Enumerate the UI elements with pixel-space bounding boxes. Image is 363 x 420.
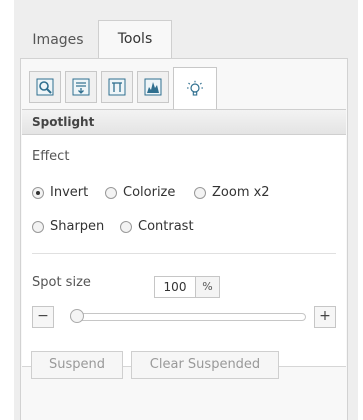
tab-images[interactable]: Images <box>20 22 96 58</box>
radio-unchecked-icon <box>32 220 44 233</box>
radio-label: Zoom x2 <box>212 185 270 200</box>
radio-unchecked-icon <box>120 220 132 233</box>
radio-label: Contrast <box>138 219 194 234</box>
zoom-icon <box>36 78 54 96</box>
adjust-icon <box>108 78 126 96</box>
tools-panel: Spotlight Effect Invert Colorize Zoom x2… <box>20 58 348 420</box>
radio-checked-icon <box>32 186 44 199</box>
radio-contrast[interactable]: Contrast <box>120 219 194 234</box>
spotlight-settings: Effect Invert Colorize Zoom x2 Sharpen C… <box>22 135 346 367</box>
increase-button[interactable]: + <box>314 306 336 328</box>
radio-zoom-x2[interactable]: Zoom x2 <box>194 185 270 200</box>
slider-thumb[interactable] <box>70 309 84 323</box>
radio-label: Sharpen <box>50 219 105 234</box>
histogram-tool-button[interactable] <box>137 71 169 103</box>
radio-invert[interactable]: Invert <box>32 185 88 200</box>
spot-size-input[interactable] <box>154 276 196 298</box>
radio-unchecked-icon <box>194 186 206 199</box>
spotlight-icon <box>187 80 203 96</box>
spotlight-tool-button[interactable] <box>173 67 217 109</box>
clear-suspended-button[interactable]: Clear Suspended <box>131 351 279 379</box>
tab-tools[interactable]: Tools <box>98 20 172 61</box>
radio-label: Colorize <box>123 185 176 200</box>
spot-size-label: Spot size <box>32 275 91 290</box>
radio-label: Invert <box>50 185 89 200</box>
effect-label: Effect <box>32 149 70 164</box>
radio-colorize[interactable]: Colorize <box>105 185 175 200</box>
spot-size-slider[interactable] <box>70 313 306 321</box>
histogram-icon <box>144 78 162 96</box>
zoom-tool-button[interactable] <box>29 71 61 103</box>
enhance-icon <box>72 78 90 96</box>
divider <box>32 253 336 254</box>
decrease-button[interactable]: − <box>32 306 54 328</box>
suspend-button[interactable]: Suspend <box>31 351 123 379</box>
enhance-tool-button[interactable] <box>65 71 97 103</box>
radio-sharpen[interactable]: Sharpen <box>32 219 104 234</box>
adjust-tool-button[interactable] <box>101 71 133 103</box>
spot-size-unit: % <box>196 276 220 298</box>
section-title: Spotlight <box>22 109 346 135</box>
radio-unchecked-icon <box>105 186 117 199</box>
